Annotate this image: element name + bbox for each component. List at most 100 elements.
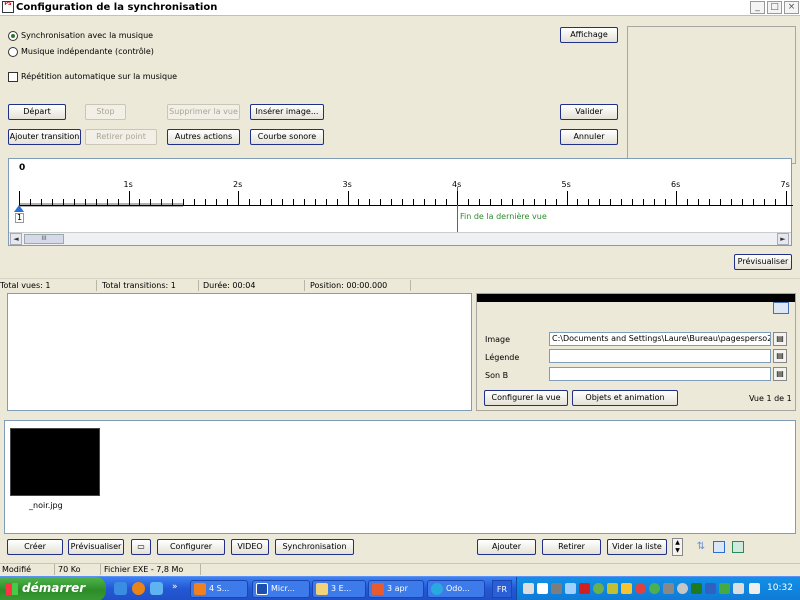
ie-icon[interactable] — [114, 582, 127, 595]
affichage-button[interactable]: Affichage — [560, 27, 618, 43]
configurer-vue-button[interactable]: Configurer la vue — [484, 390, 568, 406]
task-item[interactable]: 4 S... — [190, 580, 248, 598]
scroll-thumb[interactable]: III — [24, 234, 64, 244]
language-indicator[interactable]: FR — [492, 580, 512, 598]
retirer-point-button[interactable]: Retirer point — [85, 129, 157, 145]
volume-icon[interactable] — [749, 583, 760, 594]
timeline-tick — [686, 199, 688, 205]
messenger-icon[interactable] — [150, 582, 163, 595]
timeline-tick — [489, 199, 491, 205]
son-field[interactable] — [549, 367, 771, 381]
view-properties-panel: Image C:\Documents and Settings\Laure\Bu… — [476, 293, 796, 411]
timeline-tick — [467, 199, 469, 205]
tray-icon[interactable] — [677, 583, 688, 594]
timeline-tick — [51, 199, 53, 205]
browse-sound-icon[interactable]: ▤ — [773, 367, 787, 381]
depart-button[interactable]: Départ — [8, 104, 66, 120]
timeline-scrollbar[interactable]: ◄ III ► — [9, 232, 791, 245]
quicklaunch-more-icon[interactable]: » — [172, 582, 178, 592]
autres-actions-button[interactable]: Autres actions — [167, 129, 240, 145]
tray-icon[interactable] — [593, 583, 604, 594]
task-item[interactable]: 3 E... — [312, 580, 366, 598]
timeline-tick — [117, 199, 119, 205]
spin-updown-icon[interactable]: ▲ ▼ — [672, 538, 683, 556]
window-icon[interactable] — [773, 302, 789, 314]
slide-thumbnail[interactable] — [10, 428, 100, 496]
size-status: 70 Ko — [58, 565, 81, 574]
window-mode-icon[interactable]: ▭ — [131, 539, 151, 555]
inserer-image-button[interactable]: Insérer image... — [250, 104, 324, 120]
modified-status: Modifié — [2, 565, 32, 574]
tray-icon[interactable] — [719, 583, 730, 594]
maximize-button[interactable]: □ — [767, 1, 782, 14]
edit-legende-icon[interactable]: ▤ — [773, 349, 787, 363]
tray-icon[interactable] — [691, 583, 702, 594]
timeline[interactable]: 0 Fin de la dernière vue 1 ◄ III ► 1s 2s 3… — [8, 158, 793, 246]
timeline-tick — [84, 199, 86, 205]
view-list-panel[interactable] — [7, 293, 472, 411]
firefox-icon[interactable] — [132, 582, 145, 595]
tray-icon[interactable] — [523, 583, 534, 594]
stop-button[interactable]: Stop — [85, 104, 126, 120]
objets-animation-button[interactable]: Objets et animation — [572, 390, 678, 406]
annuler-button[interactable]: Annuler — [560, 129, 618, 145]
start-button[interactable]: démarrer — [0, 577, 106, 600]
warning-icon[interactable] — [621, 583, 632, 594]
grid-view-icon[interactable] — [713, 541, 725, 553]
previsualiser-button[interactable]: Prévisualiser — [68, 539, 124, 555]
supprimer-vue-button[interactable]: Supprimer la vue — [167, 104, 240, 120]
tray-icon[interactable] — [551, 583, 562, 594]
taskbar: démarrer » 4 S... Micr... 3 E... 3 apr O… — [0, 576, 800, 600]
timeline-tick — [281, 199, 283, 205]
transition-marker-icon[interactable] — [14, 205, 24, 212]
tray-icon[interactable] — [537, 583, 548, 594]
refresh-view-icon[interactable] — [732, 541, 744, 553]
ajouter-button[interactable]: Ajouter — [477, 539, 536, 555]
browse-image-icon[interactable]: ▤ — [773, 332, 787, 346]
valider-button[interactable]: Valider — [560, 104, 618, 120]
synchronisation-button[interactable]: Synchronisation — [275, 539, 354, 555]
image-path-field[interactable]: C:\Documents and Settings\Laure\Bureau\p… — [549, 332, 771, 346]
repeat-checkbox[interactable] — [8, 72, 18, 82]
task-item[interactable]: Micr... — [252, 580, 310, 598]
configurer-button[interactable]: Configurer — [157, 539, 225, 555]
retirer-button[interactable]: Retirer — [542, 539, 601, 555]
task-item[interactable]: Odo... — [427, 580, 485, 598]
thumbnail-strip[interactable]: _noir.jpg — [4, 420, 796, 534]
stats-separator — [410, 280, 411, 291]
scroll-left-button[interactable]: ◄ — [10, 233, 22, 245]
previsualiser-timeline-button[interactable]: Prévisualiser — [734, 254, 792, 270]
timeline-tick — [654, 199, 656, 205]
legende-field[interactable] — [549, 349, 771, 363]
task-item[interactable]: 3 apr — [368, 580, 424, 598]
legende-label: Légende — [485, 353, 520, 362]
timeline-tick — [697, 199, 699, 205]
scroll-right-button[interactable]: ► — [777, 233, 789, 245]
timeline-tick — [183, 199, 185, 205]
timeline-tick — [292, 199, 294, 205]
tray-icon[interactable] — [565, 583, 576, 594]
timeline-tick — [643, 199, 645, 205]
close-button[interactable]: × — [784, 1, 799, 14]
tray-icon[interactable] — [579, 583, 590, 594]
timeline-tick — [106, 199, 108, 205]
timeline-tick — [599, 199, 601, 205]
tray-icon[interactable] — [607, 583, 618, 594]
tray-icon[interactable] — [635, 583, 646, 594]
timeline-tick — [621, 199, 623, 205]
radio-independent-music[interactable] — [8, 47, 18, 57]
tray-icon[interactable] — [649, 583, 660, 594]
courbe-sonore-button[interactable]: Courbe sonore — [250, 129, 324, 145]
ajouter-transition-button[interactable]: Ajouter transition — [8, 129, 81, 145]
sort-icon[interactable]: ⇅ — [695, 541, 707, 553]
vider-liste-button[interactable]: Vider la liste — [607, 539, 667, 555]
image-label: Image — [485, 335, 511, 344]
creer-button[interactable]: Créer — [7, 539, 63, 555]
radio-sync-music[interactable] — [8, 31, 18, 41]
video-button[interactable]: VIDEO — [231, 539, 269, 555]
tray-icon[interactable] — [663, 583, 674, 594]
network-icon[interactable] — [733, 583, 744, 594]
minimize-button[interactable]: _ — [750, 1, 765, 14]
son-label: Son B — [485, 371, 509, 380]
tray-icon[interactable] — [705, 583, 716, 594]
